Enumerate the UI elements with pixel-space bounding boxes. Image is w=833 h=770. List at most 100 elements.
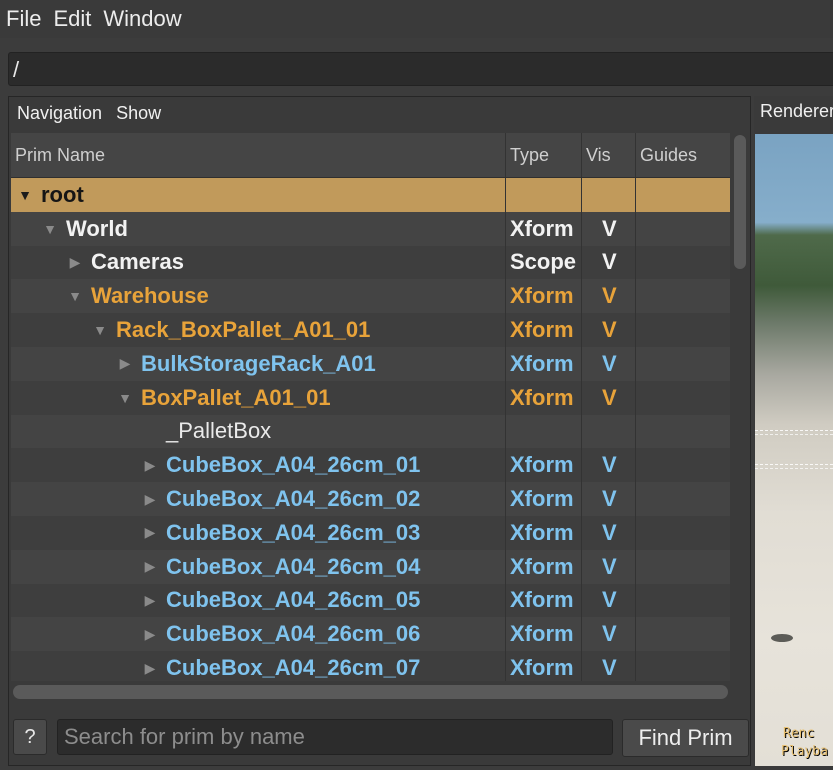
prim-guides-cell xyxy=(636,482,730,516)
prim-vis-toggle[interactable]: V xyxy=(582,617,636,652)
menu-edit[interactable]: Edit xyxy=(47,6,97,32)
tree-row[interactable]: ▶ BulkStorageRack_A01 Xform V xyxy=(11,346,730,381)
prim-vis-toggle[interactable]: V xyxy=(582,515,636,550)
prim-name-cell: ▶ Cameras xyxy=(11,245,506,280)
tree-row[interactable]: ▼ Warehouse Xform V xyxy=(11,279,730,314)
vertical-scroll-thumb[interactable] xyxy=(734,135,746,269)
nav-menu: Navigation Show xyxy=(9,97,167,129)
prim-type-cell: Xform xyxy=(506,617,582,652)
tree-row[interactable]: _PalletBox xyxy=(11,414,730,449)
tree-row[interactable]: ▼ Rack_BoxPallet_A01_01 Xform V xyxy=(11,313,730,347)
menu-file[interactable]: File xyxy=(0,6,47,32)
tree-header: Prim Name Type Vis Guides xyxy=(11,133,730,178)
expand-arrow-down-icon[interactable]: ▼ xyxy=(67,288,83,304)
prim-vis-toggle[interactable]: V xyxy=(582,448,636,483)
prim-vis-toggle[interactable] xyxy=(582,178,636,212)
prim-name: Cameras xyxy=(91,249,184,275)
vertical-scrollbar[interactable] xyxy=(733,133,747,681)
tab-navigation[interactable]: Navigation xyxy=(9,103,108,124)
prim-type-cell: Xform xyxy=(506,380,582,415)
prim-name: CubeBox_A04_26cm_07 xyxy=(166,655,421,681)
tab-show[interactable]: Show xyxy=(108,103,167,124)
prim-search-input[interactable] xyxy=(57,719,613,755)
tree-row[interactable]: ▶ CubeBox_A04_26cm_05 Xform V xyxy=(11,583,730,618)
horizontal-scrollbar[interactable] xyxy=(11,681,730,703)
expand-arrow-right-icon[interactable]: ▶ xyxy=(142,660,158,677)
prim-name-cell: ▼ World xyxy=(11,211,506,246)
prim-vis-toggle[interactable]: V xyxy=(582,549,636,584)
expand-arrow-right-icon[interactable]: ▶ xyxy=(142,626,158,643)
expand-arrow-right-icon[interactable]: ▶ xyxy=(142,457,158,474)
menu-window[interactable]: Window xyxy=(97,6,187,32)
expand-arrow-right-icon[interactable]: ▶ xyxy=(142,558,158,575)
prim-name-cell: ▶ CubeBox_A04_26cm_04 xyxy=(11,549,506,584)
tree-row[interactable]: ▶ CubeBox_A04_26cm_01 Xform V xyxy=(11,448,730,483)
prim-name: Warehouse xyxy=(91,283,209,309)
tree-row[interactable]: ▶ CubeBox_A04_26cm_04 Xform V xyxy=(11,549,730,584)
tree-row[interactable]: ▶ CubeBox_A04_26cm_03 Xform V xyxy=(11,515,730,550)
prim-guides-cell xyxy=(636,617,730,651)
expand-arrow-right-icon[interactable]: ▶ xyxy=(142,491,158,508)
prim-vis-toggle[interactable]: V xyxy=(582,245,636,280)
column-header-type[interactable]: Type xyxy=(506,133,582,177)
prim-type-cell: Xform xyxy=(506,549,582,584)
find-prim-button[interactable]: Find Prim xyxy=(622,719,749,757)
column-header-prim-name[interactable]: Prim Name xyxy=(11,133,506,177)
prim-vis-toggle[interactable]: V xyxy=(582,313,636,347)
prim-tree[interactable]: Prim Name Type Vis Guides ▼ root ▼ World Xfo… xyxy=(11,133,730,681)
tree-row[interactable]: ▶ CubeBox_A04_26cm_02 Xform V xyxy=(11,482,730,516)
tree-row[interactable]: ▶ Cameras Scope V xyxy=(11,245,730,280)
prim-type-cell: Xform xyxy=(506,515,582,550)
tab-renderer[interactable]: Renderer xyxy=(760,101,833,122)
column-header-vis[interactable]: Vis xyxy=(582,133,636,177)
expand-arrow-down-icon[interactable]: ▼ xyxy=(92,322,108,338)
expand-arrow-right-icon[interactable]: ▶ xyxy=(117,355,133,372)
prim-name-cell: ▶ CubeBox_A04_26cm_05 xyxy=(11,583,506,618)
prim-vis-toggle[interactable]: V xyxy=(582,211,636,246)
prim-vis-toggle[interactable] xyxy=(582,414,636,449)
prim-name-cell: ▼ BoxPallet_A01_01 xyxy=(11,380,506,415)
tree-rows: ▼ root ▼ World Xform V ▶ Cameras Scope V ▼ Warehous… xyxy=(11,178,730,681)
prim-name: CubeBox_A04_26cm_01 xyxy=(166,452,421,478)
prim-name-cell: ▶ CubeBox_A04_26cm_03 xyxy=(11,515,506,550)
prim-guides-cell xyxy=(636,178,730,212)
prim-vis-toggle[interactable]: V xyxy=(582,583,636,618)
prim-type-cell: Xform xyxy=(506,346,582,381)
guide-line xyxy=(755,468,833,469)
column-header-guides[interactable]: Guides xyxy=(636,133,730,177)
tree-row[interactable]: ▶ CubeBox_A04_26cm_07 Xform V xyxy=(11,651,730,681)
viewport-render[interactable]: Renc Playba xyxy=(755,134,833,766)
horizontal-scroll-thumb[interactable] xyxy=(13,685,728,699)
tree-row[interactable]: ▼ root xyxy=(11,178,730,212)
prim-name-cell: ▶ CubeBox_A04_26cm_02 xyxy=(11,482,506,516)
prim-name-cell: ▶ CubeBox_A04_26cm_01 xyxy=(11,448,506,483)
expand-arrow-right-icon[interactable]: ▶ xyxy=(67,254,83,271)
help-button[interactable]: ? xyxy=(13,719,47,755)
expand-arrow-down-icon[interactable]: ▼ xyxy=(117,390,133,406)
prim-type-cell xyxy=(506,178,582,212)
tree-row[interactable]: ▼ BoxPallet_A01_01 Xform V xyxy=(11,380,730,415)
navigation-panel: Navigation Show Prim Name Type Vis Guide… xyxy=(8,96,751,766)
prim-name-cell: ▶ CubeBox_A04_26cm_06 xyxy=(11,617,506,652)
prim-vis-toggle[interactable]: V xyxy=(582,380,636,415)
prim-type-cell: Xform xyxy=(506,583,582,618)
expand-arrow-down-icon[interactable]: ▼ xyxy=(42,221,58,237)
prim-guides-cell xyxy=(636,584,730,618)
prim-name-cell: ▼ Rack_BoxPallet_A01_01 xyxy=(11,313,506,347)
prim-vis-toggle[interactable]: V xyxy=(582,651,636,681)
expand-arrow-right-icon[interactable]: ▶ xyxy=(142,524,158,541)
prim-vis-toggle[interactable]: V xyxy=(582,482,636,516)
tree-row[interactable]: ▼ World Xform V xyxy=(11,211,730,246)
viewport-overlay-line: Renc xyxy=(783,726,815,741)
path-field[interactable]: / xyxy=(8,52,833,86)
prim-name: World xyxy=(66,215,128,241)
expand-arrow-right-icon[interactable]: ▶ xyxy=(142,592,158,609)
prim-name: CubeBox_A04_26cm_06 xyxy=(166,621,421,647)
prim-vis-toggle[interactable]: V xyxy=(582,279,636,314)
tree-row[interactable]: ▶ CubeBox_A04_26cm_06 Xform V xyxy=(11,617,730,652)
prim-name-cell: ▼ root xyxy=(11,178,506,212)
prim-name-cell: ▼ Warehouse xyxy=(11,279,506,314)
expand-arrow-down-icon[interactable]: ▼ xyxy=(17,187,33,203)
prim-vis-toggle[interactable]: V xyxy=(582,346,636,381)
prim-guides-cell xyxy=(636,279,730,313)
